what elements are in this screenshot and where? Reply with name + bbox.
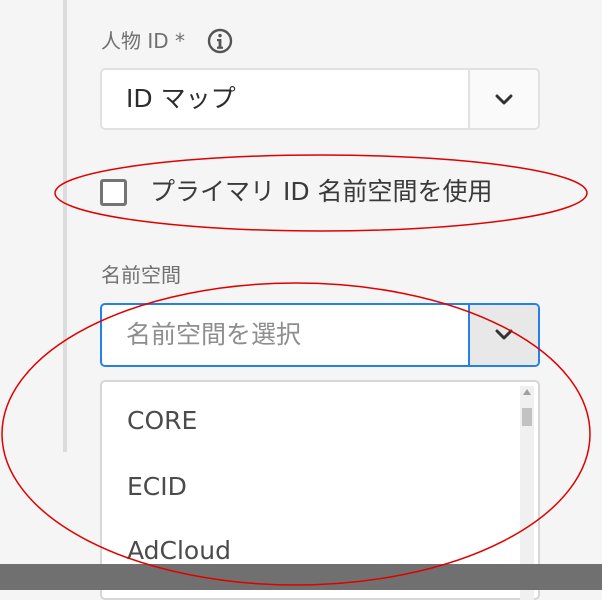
option-ecid[interactable]: ECID — [127, 470, 187, 504]
left-divider — [63, 0, 67, 452]
person-id-value: ID マップ — [126, 84, 236, 113]
bottom-bar — [0, 564, 602, 590]
person-id-dropdown-button[interactable] — [468, 70, 538, 128]
primary-namespace-checkbox-label[interactable]: プライマリ ID 名前空間を使用 — [150, 175, 493, 209]
namespace-dropdown-button[interactable] — [468, 305, 538, 365]
info-icon[interactable] — [207, 28, 233, 54]
scroll-up-arrow-icon[interactable] — [523, 389, 531, 395]
option-adcloud[interactable]: AdCloud — [127, 534, 231, 568]
chevron-down-icon — [495, 94, 513, 105]
chevron-down-icon — [495, 329, 513, 340]
person-id-label: 人物 ID * — [101, 29, 186, 53]
option-core[interactable]: CORE — [127, 404, 197, 438]
namespace-select[interactable]: 名前空間を選択 — [100, 303, 540, 367]
namespace-placeholder[interactable]: 名前空間を選択 — [126, 318, 301, 352]
scrollbar-thumb[interactable] — [522, 408, 532, 426]
person-id-select[interactable]: ID マップ — [100, 68, 540, 130]
primary-namespace-checkbox[interactable] — [100, 179, 127, 206]
namespace-label: 名前空間 — [101, 263, 181, 287]
